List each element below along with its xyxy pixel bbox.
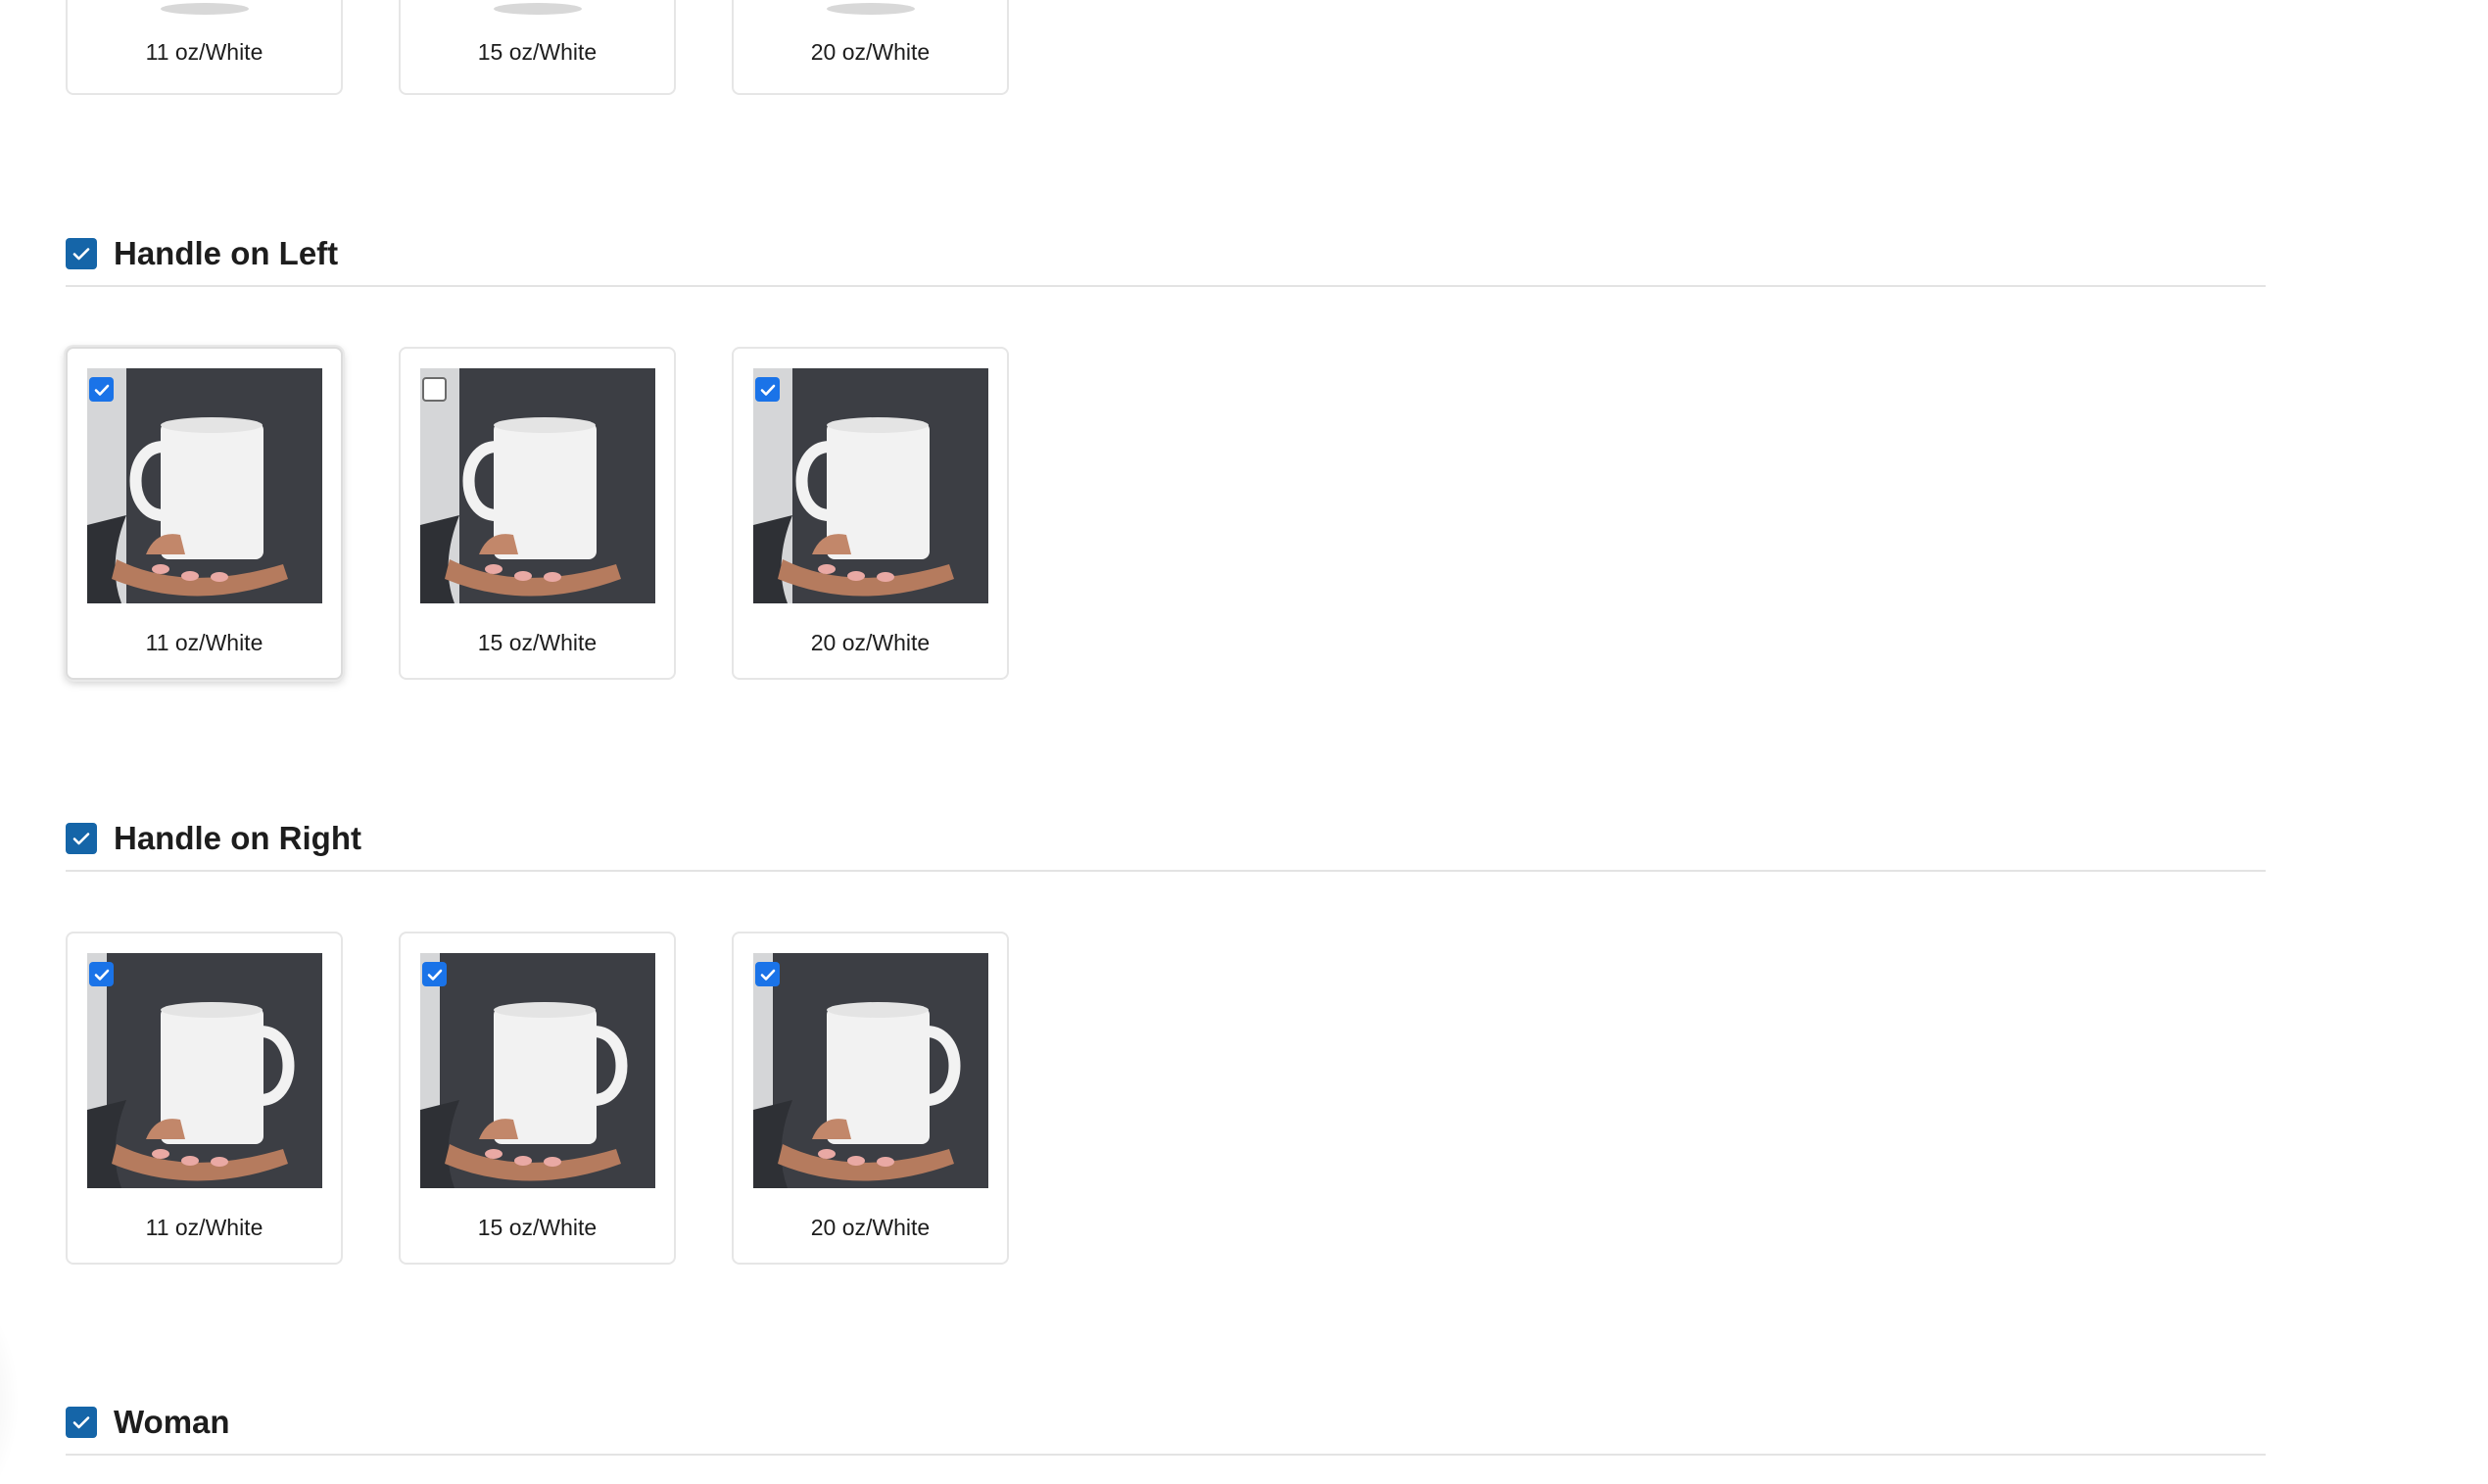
variant-label: 15 oz/White xyxy=(477,39,598,65)
section-divider xyxy=(66,285,2266,287)
checkmark-icon xyxy=(760,384,775,396)
variant-checkbox[interactable] xyxy=(422,377,447,402)
mockup-variant-selector: 11 oz/White 15 oz/White 20 oz/White Hand… xyxy=(0,0,2488,1484)
variant-checkbox[interactable] xyxy=(755,962,780,986)
variant-card-11oz[interactable]: 11 oz/White xyxy=(66,932,343,1265)
variant-label: 11 oz/White xyxy=(145,1215,263,1240)
handle-right-cards: 11 oz/White 15 oz/White 20 oz/White xyxy=(66,932,1009,1265)
handle-left-cards: 11 oz/White 15 oz/White 20 oz/White xyxy=(66,347,1009,680)
variant-label: 11 oz/White xyxy=(145,39,263,65)
mug-thumbnail xyxy=(87,0,322,17)
checkmark-icon xyxy=(72,1416,90,1429)
mug-left-thumbnail xyxy=(753,368,988,603)
variant-card-11oz[interactable]: 11 oz/White xyxy=(66,0,343,95)
section-woman: Woman xyxy=(66,1393,2266,1456)
variant-card-15oz[interactable]: 15 oz/White xyxy=(399,0,676,95)
variant-card-15oz[interactable]: 15 oz/White xyxy=(399,932,676,1265)
mug-right-thumbnail xyxy=(87,953,322,1188)
variant-card-20oz[interactable]: 20 oz/White xyxy=(732,932,1009,1265)
section-header: Handle on Left xyxy=(66,224,2266,283)
section-header: Woman xyxy=(66,1393,2266,1452)
variant-label: 15 oz/White xyxy=(477,630,598,655)
variant-label: 11 oz/White xyxy=(145,630,263,655)
group-checkbox[interactable] xyxy=(66,1407,97,1438)
section-divider xyxy=(66,870,2266,872)
mug-left-thumbnail xyxy=(420,368,655,603)
checkmark-icon xyxy=(94,384,109,396)
section-handle-right: Handle on Right xyxy=(66,809,2266,872)
checkmark-icon xyxy=(427,969,442,981)
section-handle-left: Handle on Left xyxy=(66,224,2266,287)
variant-label: 20 oz/White xyxy=(810,630,931,655)
section-title: Woman xyxy=(114,1404,230,1440)
variant-label: 20 oz/White xyxy=(810,1215,931,1240)
variant-card-20oz[interactable]: 20 oz/White xyxy=(732,347,1009,680)
checkmark-icon xyxy=(94,969,109,981)
section-header: Handle on Right xyxy=(66,809,2266,868)
section-title: Handle on Right xyxy=(114,820,361,856)
mug-thumbnail xyxy=(420,0,655,17)
variant-checkbox[interactable] xyxy=(422,962,447,986)
section-title: Handle on Left xyxy=(114,235,339,271)
edge-shadow xyxy=(0,1293,20,1484)
mug-right-thumbnail xyxy=(420,953,655,1188)
variant-card-15oz[interactable]: 15 oz/White xyxy=(399,347,676,680)
variant-label: 15 oz/White xyxy=(477,1215,598,1240)
top-row-cards: 11 oz/White 15 oz/White 20 oz/White xyxy=(66,0,1009,95)
mug-thumbnail xyxy=(753,0,988,17)
group-checkbox[interactable] xyxy=(66,238,97,269)
variant-checkbox[interactable] xyxy=(89,962,114,986)
variant-card-11oz[interactable]: 11 oz/White xyxy=(66,347,343,680)
section-divider xyxy=(66,1454,2266,1456)
checkmark-icon xyxy=(72,248,90,261)
variant-label: 20 oz/White xyxy=(810,39,931,65)
mug-right-thumbnail xyxy=(753,953,988,1188)
mug-left-thumbnail xyxy=(87,368,322,603)
checkmark-icon xyxy=(760,969,775,981)
checkmark-icon xyxy=(72,833,90,845)
variant-checkbox[interactable] xyxy=(89,377,114,402)
variant-card-20oz[interactable]: 20 oz/White xyxy=(732,0,1009,95)
group-checkbox[interactable] xyxy=(66,823,97,854)
variant-checkbox[interactable] xyxy=(755,377,780,402)
